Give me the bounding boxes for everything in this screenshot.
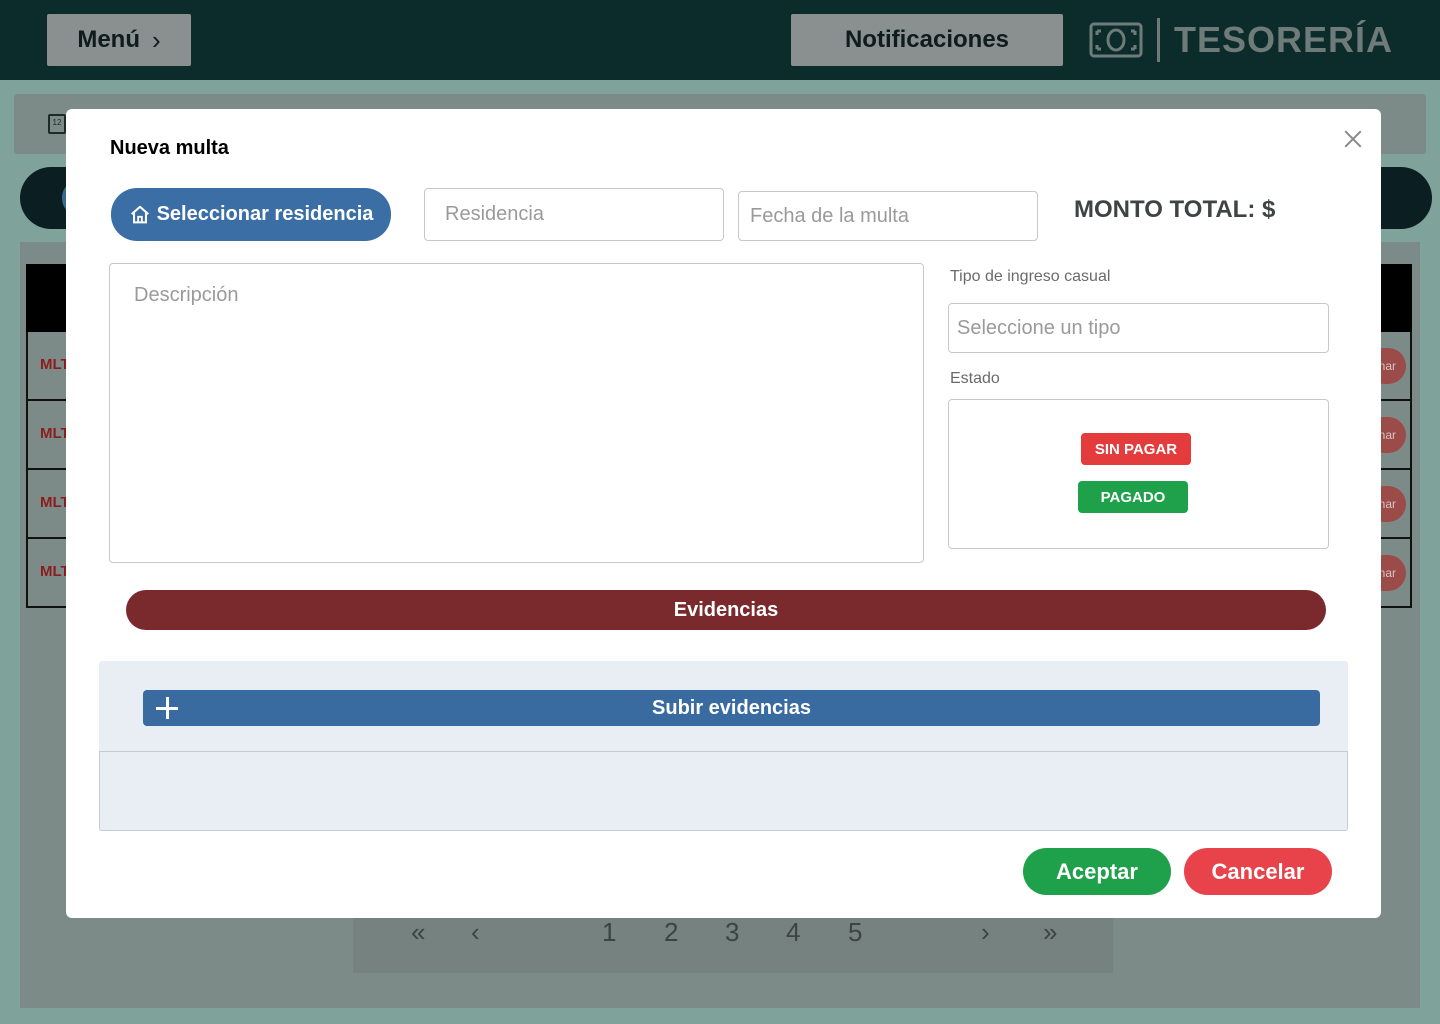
page-2[interactable]: 2 bbox=[664, 917, 678, 948]
income-type-select[interactable] bbox=[948, 303, 1329, 353]
status-paid-button[interactable]: PAGADO bbox=[1078, 481, 1188, 513]
page-3[interactable]: 3 bbox=[725, 917, 739, 948]
home-icon bbox=[130, 205, 149, 223]
menu-button[interactable]: Menú › bbox=[47, 14, 191, 66]
page-4[interactable]: 4 bbox=[786, 917, 800, 948]
evidence-upload-area: Subir evidencias bbox=[99, 661, 1348, 831]
brand-separator bbox=[1157, 18, 1160, 62]
select-residence-label: Seleccionar residencia bbox=[156, 203, 374, 225]
last-page-icon[interactable]: » bbox=[1043, 917, 1057, 948]
residence-input[interactable] bbox=[424, 188, 724, 241]
notifications-button[interactable]: Notificaciones bbox=[791, 14, 1063, 66]
chevron-right-icon: › bbox=[152, 24, 161, 55]
total-amount: MONTO TOTAL: $ bbox=[1074, 196, 1276, 223]
top-bar: Menú › Notificaciones TESORERÍA bbox=[0, 0, 1440, 80]
status-label: Estado bbox=[950, 370, 1000, 387]
cancel-button[interactable]: Cancelar bbox=[1184, 848, 1332, 895]
page-1[interactable]: 1 bbox=[602, 917, 616, 948]
status-unpaid-button[interactable]: SIN PAGAR bbox=[1081, 433, 1191, 465]
accept-button[interactable]: Aceptar bbox=[1023, 848, 1171, 895]
upload-evidence-label: Subir evidencias bbox=[652, 696, 811, 719]
menu-label: Menú bbox=[77, 26, 140, 53]
brand-title: TESORERÍA bbox=[1174, 19, 1394, 60]
upload-evidence-button[interactable]: Subir evidencias bbox=[143, 690, 1320, 726]
modal-title: Nueva multa bbox=[110, 137, 229, 159]
money-icon bbox=[1089, 22, 1143, 58]
plus-icon bbox=[155, 696, 179, 720]
close-icon[interactable] bbox=[1340, 126, 1366, 152]
next-page-icon[interactable]: › bbox=[981, 917, 990, 948]
page-5[interactable]: 5 bbox=[848, 917, 862, 948]
fine-date-input[interactable] bbox=[738, 191, 1038, 241]
prev-page-icon[interactable]: ‹ bbox=[471, 917, 480, 948]
status-options: SIN PAGAR PAGADO bbox=[948, 399, 1329, 549]
select-residence-button[interactable]: Seleccionar residencia bbox=[111, 188, 391, 241]
first-page-icon[interactable]: « bbox=[411, 917, 425, 948]
evidence-header: Evidencias bbox=[126, 590, 1326, 630]
description-textarea[interactable] bbox=[109, 263, 924, 563]
brand: TESORERÍA bbox=[1089, 16, 1393, 64]
income-type-label: Tipo de ingreso casual bbox=[950, 268, 1111, 285]
evidence-list bbox=[99, 751, 1348, 831]
calendar-icon[interactable]: 12 bbox=[48, 114, 66, 134]
new-fine-modal: Nueva multa Seleccionar residencia MONTO… bbox=[66, 109, 1381, 918]
